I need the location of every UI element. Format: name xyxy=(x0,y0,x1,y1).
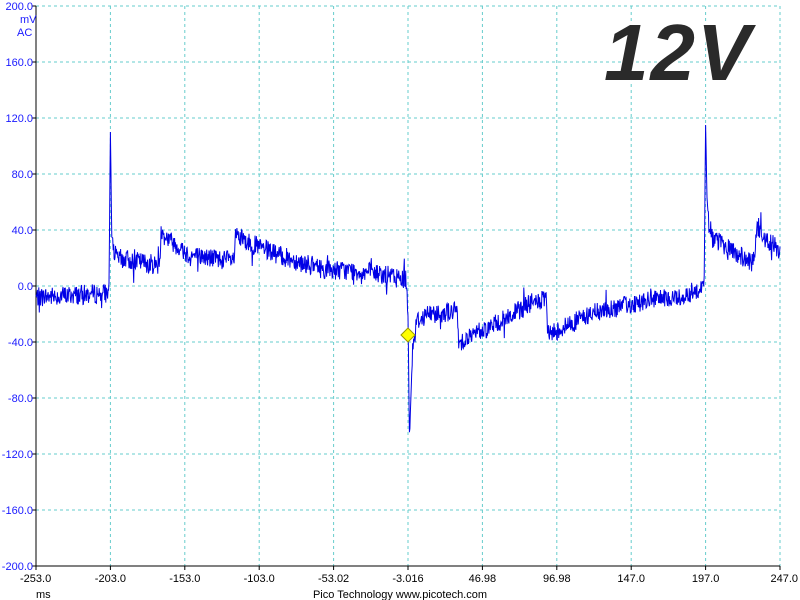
x-tick-label: 46.98 xyxy=(469,573,497,585)
x-axis-label: ms xyxy=(36,589,51,600)
y-tick-label: -120.0 xyxy=(2,449,33,461)
credit-text: Pico Technology www.picotech.com xyxy=(313,589,487,600)
x-tick-label: 247.0 xyxy=(770,573,798,585)
x-tick-label: 96.98 xyxy=(543,573,571,585)
x-tick-label: -153.0 xyxy=(169,573,200,585)
y-coupling-label: AC xyxy=(17,27,32,39)
x-tick-label: 147.0 xyxy=(617,573,645,585)
y-tick-label: 0.0 xyxy=(18,281,33,293)
x-tick-label: -103.0 xyxy=(244,573,275,585)
x-tick-labels: -253.0 -203.0 -153.0 -103.0 -53.02 -3.016 46.9… xyxy=(20,573,798,585)
trigger-marker[interactable] xyxy=(400,327,416,343)
x-tick-label: -253.0 xyxy=(20,573,51,585)
x-tick-label: -3.016 xyxy=(392,573,423,585)
waveform-chart: 200.0 160.0 120.0 80.0 40.0 0.0 -40.0 -80.0 -120… xyxy=(2,1,798,600)
y-tick-label: 160.0 xyxy=(5,57,33,69)
x-tick-label: 197.0 xyxy=(692,573,720,585)
y-tick-label: -40.0 xyxy=(8,337,33,349)
y-tick-label: -160.0 xyxy=(2,505,33,517)
x-tick-label: -203.0 xyxy=(95,573,126,585)
y-unit-label: mV xyxy=(20,14,37,26)
voltage-badge: 12V xyxy=(604,8,756,97)
y-tick-label: 80.0 xyxy=(12,169,33,181)
y-tick-label: 40.0 xyxy=(12,225,33,237)
y-tick-label: -200.0 xyxy=(2,561,33,573)
y-tick-labels: 200.0 160.0 120.0 80.0 40.0 0.0 -40.0 -80.0 -120… xyxy=(2,1,33,573)
y-tick-label: 120.0 xyxy=(5,113,33,125)
y-tick-label: -80.0 xyxy=(8,393,33,405)
x-tick-label: -53.02 xyxy=(318,573,349,585)
trigger-diamond-icon[interactable] xyxy=(400,327,416,343)
y-tick-label: 200.0 xyxy=(5,1,33,13)
